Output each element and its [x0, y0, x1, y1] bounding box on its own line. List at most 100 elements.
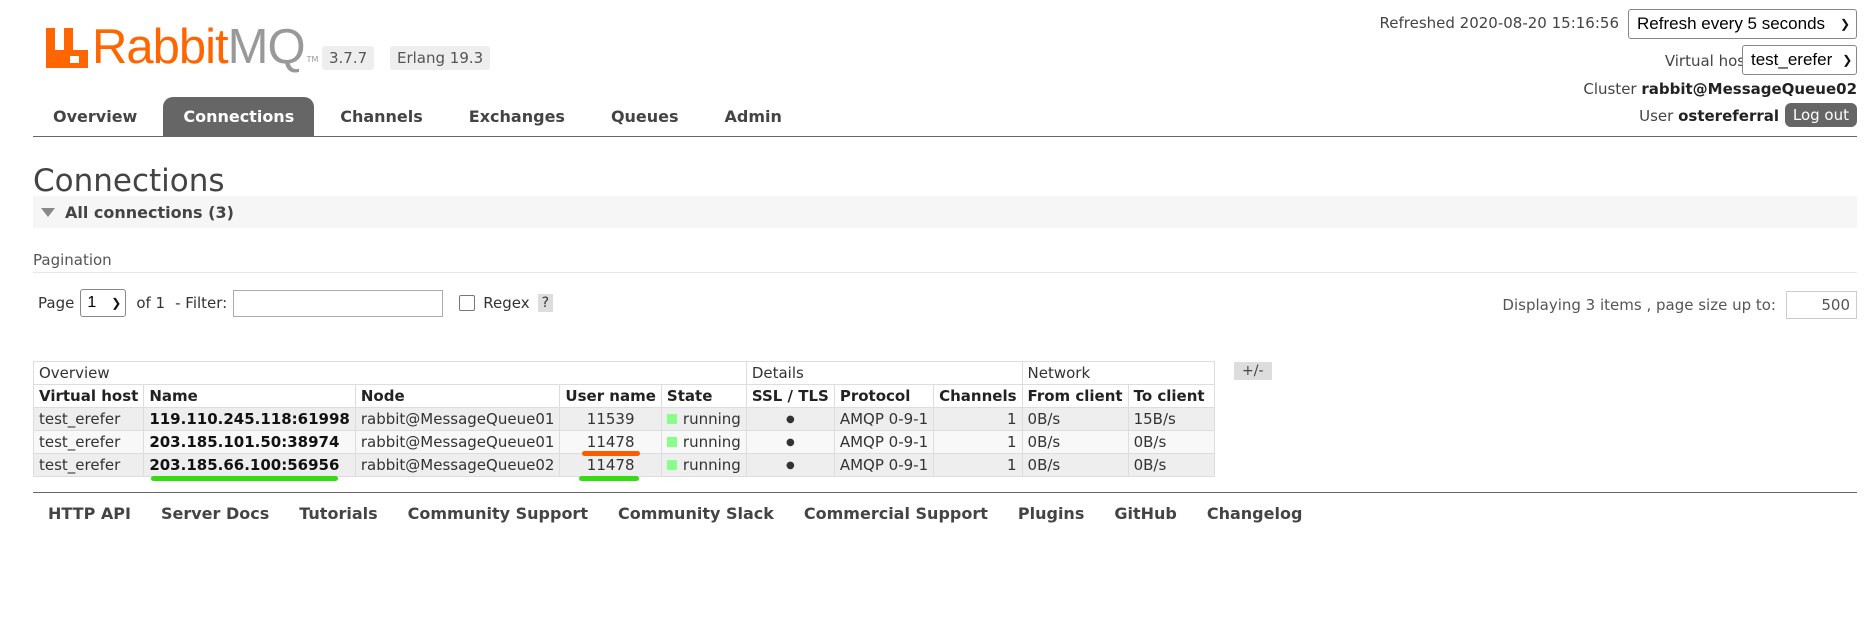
pagination-divider [33, 272, 1857, 273]
connection-name-link[interactable]: 203.185.101.50:38974 [143, 430, 356, 454]
column-header[interactable]: Virtual host [32, 384, 145, 408]
group-header-overview: Overview [33, 361, 747, 385]
refresh-interval-select[interactable]: Refresh every 5 seconds ❯ [1628, 9, 1857, 39]
protocol-cell: AMQP 0-9-1 [833, 430, 935, 454]
tab-queues[interactable]: Queues [591, 97, 699, 136]
from-client-cell: 0B/s [1021, 430, 1129, 454]
pagination-controls: Page 1 ❯ of 1 - Filter: Regex ? [38, 289, 554, 317]
footer-divider [33, 492, 1857, 493]
ssl-cell: ● [745, 453, 835, 477]
filter-label: - Filter: [175, 294, 228, 312]
virtual-host-label: Virtual host [1664, 52, 1751, 70]
all-connections-section-toggle[interactable]: All connections (3) [33, 196, 1857, 228]
node-cell: rabbit@MessageQueue01 [354, 430, 561, 454]
vhost-cell: test_erefer [32, 430, 145, 454]
group-header-network: Network [1021, 361, 1215, 385]
connection-name-link[interactable]: 203.185.66.100:56956 [143, 453, 356, 477]
to-client-cell: 15B/s [1127, 407, 1215, 431]
from-client-cell: 0B/s [1021, 453, 1129, 477]
chevron-down-icon: ❯ [1839, 17, 1850, 31]
logout-button[interactable]: Log out [1784, 103, 1857, 127]
state-cell: running [660, 430, 747, 454]
footer-link-server-docs[interactable]: Server Docs [161, 504, 269, 523]
tab-channels[interactable]: Channels [320, 97, 443, 136]
footer-link-commercial-support[interactable]: Commercial Support [804, 504, 988, 523]
page-select[interactable]: 1 ❯ [80, 289, 127, 317]
footer-links: HTTP API Server Docs Tutorials Community… [48, 504, 1332, 523]
node-cell: rabbit@MessageQueue01 [354, 407, 561, 431]
footer-link-plugins[interactable]: Plugins [1018, 504, 1084, 523]
display-count-text: Displaying 3 items , page size up to: [1502, 296, 1776, 314]
tab-overview[interactable]: Overview [33, 97, 157, 136]
protocol-cell: AMQP 0-9-1 [833, 453, 935, 477]
vhost-cell: test_erefer [32, 407, 145, 431]
tab-exchanges[interactable]: Exchanges [449, 97, 585, 136]
state-cell: running [660, 453, 747, 477]
virtual-host-select[interactable]: test_erefer ❯ [1742, 45, 1857, 75]
user-info: User ostereferral [1639, 107, 1779, 125]
section-title: All connections (3) [65, 202, 234, 222]
help-button[interactable]: ? [537, 294, 554, 312]
rabbitmq-logo-icon [46, 28, 88, 68]
page-size-input[interactable]: 500 [1786, 291, 1857, 319]
footer-link-github[interactable]: GitHub [1114, 504, 1177, 523]
version-badge: 3.7.7 [322, 46, 375, 70]
node-cell: rabbit@MessageQueue02 [354, 453, 561, 477]
tab-admin[interactable]: Admin [705, 97, 802, 136]
column-header[interactable]: Node [354, 384, 561, 408]
pagination-heading: Pagination [33, 251, 112, 269]
column-header[interactable]: From client [1021, 384, 1129, 408]
user-cell: 11539 [559, 407, 662, 431]
to-client-cell: 0B/s [1127, 453, 1215, 477]
table-row: test_erefer 119.110.245.118:61998 rabbit… [32, 407, 1215, 431]
from-client-cell: 0B/s [1021, 407, 1129, 431]
column-header[interactable]: Name [143, 384, 356, 408]
running-status-icon [666, 460, 677, 470]
page-of-label: of 1 [136, 294, 166, 312]
column-header[interactable]: State [660, 384, 747, 408]
channels-cell: 1 [933, 407, 1023, 431]
footer-link-community-slack[interactable]: Community Slack [618, 504, 774, 523]
protocol-cell: AMQP 0-9-1 [833, 407, 935, 431]
running-status-icon [666, 437, 677, 447]
group-header-details: Details [745, 361, 1023, 385]
column-header[interactable]: To client [1127, 384, 1215, 408]
connection-name-link[interactable]: 119.110.245.118:61998 [143, 407, 356, 431]
regex-label: Regex [483, 294, 530, 312]
rabbitmq-logo[interactable]: RabbitMQ TM [46, 20, 319, 74]
annotation-underline-green [151, 476, 338, 481]
footer-link-tutorials[interactable]: Tutorials [299, 504, 377, 523]
column-header[interactable]: Protocol [833, 384, 935, 408]
erlang-badge: Erlang 19.3 [390, 46, 491, 70]
footer-link-http-api[interactable]: HTTP API [48, 504, 131, 523]
ssl-cell: ● [745, 407, 835, 431]
state-cell: running [660, 407, 747, 431]
annotation-underline-green [579, 476, 639, 481]
refresh-select-value: Refresh every 5 seconds [1637, 14, 1826, 33]
page-label: Page [38, 294, 75, 312]
tab-connections[interactable]: Connections [163, 97, 315, 136]
column-header[interactable]: SSL / TLS [745, 384, 835, 408]
logo-trademark: TM [306, 55, 319, 64]
footer-link-changelog[interactable]: Changelog [1207, 504, 1303, 523]
ssl-cell: ● [745, 430, 835, 454]
column-toggle-button[interactable]: +/- [1234, 362, 1272, 380]
regex-checkbox[interactable] [459, 295, 476, 311]
connections-table: Overview Details Network Virtual host Na… [32, 361, 1215, 477]
nav-divider [33, 136, 1857, 137]
chevron-down-icon: ❯ [111, 296, 122, 310]
triangle-down-icon [41, 207, 55, 217]
column-header[interactable]: Channels [933, 384, 1023, 408]
page-select-value: 1 [87, 294, 97, 311]
main-nav: Overview Connections Channels Exchanges … [33, 97, 808, 136]
column-header[interactable]: User name [559, 384, 662, 408]
page-title: Connections [33, 163, 225, 199]
filter-input[interactable] [233, 289, 444, 317]
running-status-icon [666, 414, 677, 424]
channels-cell: 1 [933, 430, 1023, 454]
logo-text: RabbitMQ [92, 20, 306, 74]
vhost-select-value: test_erefer [1751, 50, 1833, 69]
footer-link-community-support[interactable]: Community Support [408, 504, 588, 523]
cluster-info: Cluster rabbit@MessageQueue02 [1583, 80, 1857, 98]
user-cell: 11478 [559, 453, 662, 477]
